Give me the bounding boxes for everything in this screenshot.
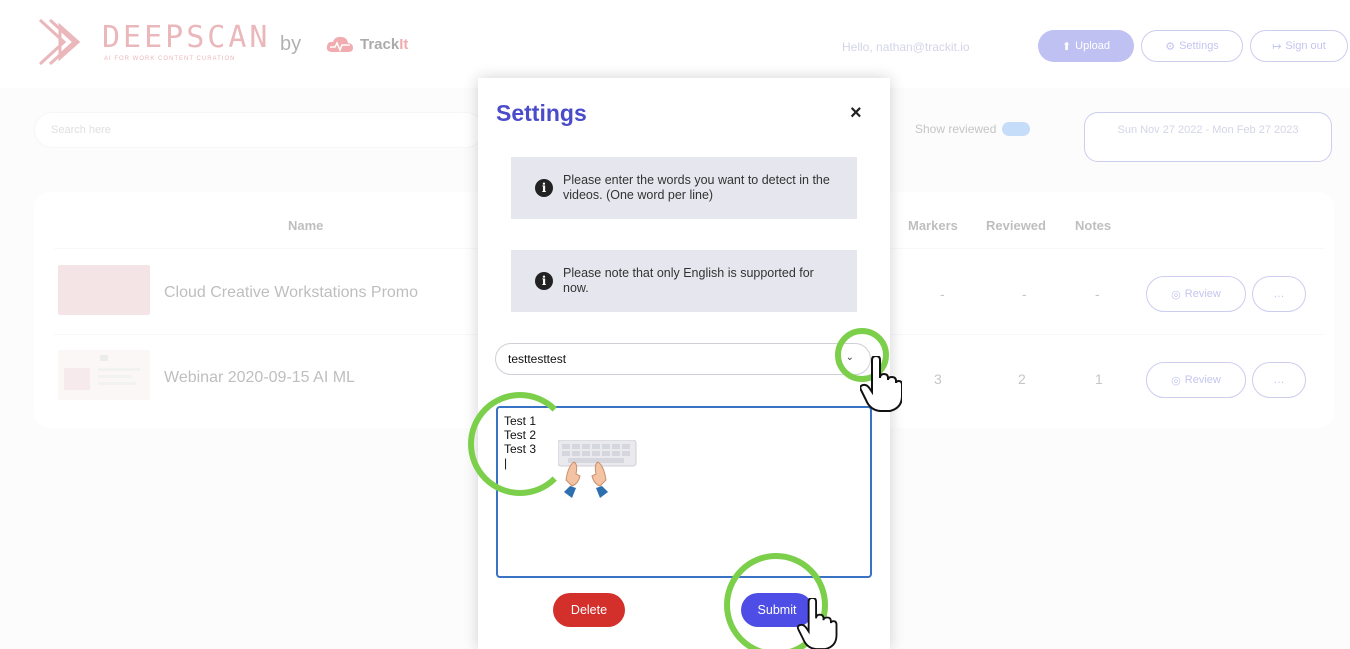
- trackit-name: TrackIt: [360, 35, 409, 53]
- markers-cell: 3: [934, 371, 942, 387]
- upload-button[interactable]: ⬆ Upload: [1038, 30, 1134, 62]
- info-icon: i: [535, 179, 553, 197]
- video-title[interactable]: Cloud Creative Workstations Promo: [164, 284, 418, 302]
- brand-name: DEEPSCAN: [102, 20, 271, 55]
- info-text: Please note that only English is support…: [563, 266, 814, 295]
- reviewed-cell: 2: [1018, 371, 1026, 387]
- brand-tagline: AI FOR WORK CONTENT CURATION: [104, 56, 236, 62]
- gear-icon: ⚙: [1165, 40, 1176, 53]
- video-title[interactable]: Webinar 2020-09-15 AI ML: [164, 369, 355, 387]
- top-bar: DEEPSCAN AI FOR WORK CONTENT CURATION by…: [0, 0, 1350, 88]
- settings-button[interactable]: ⚙ Settings: [1141, 30, 1243, 62]
- video-thumbnail[interactable]: [58, 265, 150, 315]
- column-header-markers: Markers: [908, 218, 958, 233]
- trackit-cloud-icon: [326, 36, 353, 52]
- more-options-button[interactable]: …: [1252, 362, 1306, 398]
- review-button[interactable]: ◎ Review: [1146, 276, 1246, 312]
- trackit-logo: TrackIt: [326, 34, 408, 54]
- markers-cell: -: [940, 286, 945, 302]
- play-logo-icon: [38, 18, 81, 66]
- selected-value: testtesttest: [508, 352, 567, 366]
- toggle-switch[interactable]: [1002, 122, 1031, 136]
- search-input[interactable]: Search here: [34, 112, 484, 148]
- info-box-instructions: i Please enter the words you want to det…: [511, 157, 857, 219]
- by-label: by: [280, 33, 302, 55]
- info-box-language: i Please note that only English is suppo…: [511, 250, 857, 312]
- typing-hands-icon: [558, 440, 637, 498]
- pointer-hand-icon: [796, 598, 838, 649]
- chevron-down-icon[interactable]: ⌄: [846, 352, 854, 363]
- review-button[interactable]: ◎ Review: [1146, 362, 1246, 398]
- delete-button[interactable]: Delete: [553, 593, 625, 627]
- show-reviewed-toggle[interactable]: Show reviewed: [915, 122, 1031, 136]
- notes-cell: 1: [1095, 371, 1103, 387]
- video-thumbnail[interactable]: [58, 350, 150, 400]
- column-header-name: Name: [288, 218, 324, 233]
- pointer-hand-icon: [860, 356, 902, 412]
- settings-modal: Settings × i Please enter the words you …: [478, 78, 890, 649]
- words-textarea[interactable]: Test 1 Test 2 Test 3 |: [496, 406, 872, 578]
- date-range-picker[interactable]: Sun Nov 27 2022 - Mon Feb 27 2023: [1084, 112, 1332, 162]
- eye-icon: ◎: [1171, 288, 1181, 301]
- info-text: Please enter the words you want to detec…: [563, 173, 830, 202]
- info-icon: i: [535, 272, 553, 290]
- sign-out-button[interactable]: ↦ Sign out: [1250, 30, 1348, 62]
- notes-cell: -: [1095, 286, 1100, 302]
- reviewed-cell: -: [1022, 286, 1027, 302]
- deepscan-logo: DEEPSCAN AI FOR WORK CONTENT CURATION: [34, 12, 274, 72]
- close-icon[interactable]: ×: [850, 102, 862, 125]
- modal-title: Settings: [496, 100, 587, 126]
- more-options-button[interactable]: …: [1252, 276, 1306, 312]
- upload-icon: ⬆: [1061, 40, 1072, 53]
- column-header-notes: Notes: [1075, 218, 1112, 233]
- webinar-thumbnail-image: [64, 355, 140, 390]
- signout-icon: ↦: [1272, 40, 1282, 53]
- eye-icon: ◎: [1171, 374, 1181, 387]
- word-list-select[interactable]: testtesttest ⌄: [495, 343, 871, 375]
- column-header-reviewed: Reviewed: [986, 218, 1046, 233]
- user-greeting: Hello, nathan@trackit.io: [842, 40, 970, 54]
